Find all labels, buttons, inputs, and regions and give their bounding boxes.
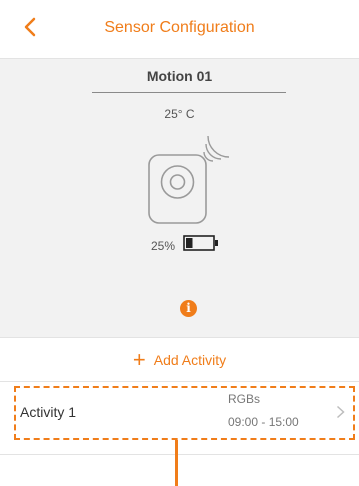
motion-sensor-icon bbox=[142, 134, 237, 234]
activity-name: Activity 1 bbox=[20, 404, 77, 420]
battery-icon bbox=[183, 235, 219, 256]
plus-icon: + bbox=[132, 346, 146, 372]
add-activity-button[interactable]: + Add Activity bbox=[0, 337, 359, 382]
sensor-name: Motion 01 bbox=[146, 68, 213, 84]
activity-time: 09:00 - 15:00 bbox=[228, 415, 299, 429]
sensor-panel: Motion 01 25° C 25% i bbox=[0, 59, 359, 337]
name-divider bbox=[92, 92, 286, 93]
page-title: Sensor Configuration bbox=[104, 19, 255, 36]
battery-fill bbox=[186, 238, 193, 248]
activity-type: RGBs bbox=[228, 392, 261, 406]
divider bbox=[0, 454, 359, 455]
info-icon[interactable]: i bbox=[180, 300, 197, 317]
callout-connector bbox=[175, 440, 178, 486]
temperature-reading: 25° C bbox=[164, 107, 195, 121]
battery-percentage: 25% bbox=[151, 238, 176, 253]
add-activity-label: Add Activity bbox=[153, 351, 227, 368]
signal-waves-icon bbox=[203, 135, 230, 162]
chevron-right-icon bbox=[336, 405, 345, 424]
battery-status: 25% bbox=[151, 235, 219, 256]
activity-list-item[interactable]: Activity 1 RGBs 09:00 - 15:00 bbox=[14, 386, 355, 440]
app-header: Sensor Configuration bbox=[0, 0, 359, 59]
